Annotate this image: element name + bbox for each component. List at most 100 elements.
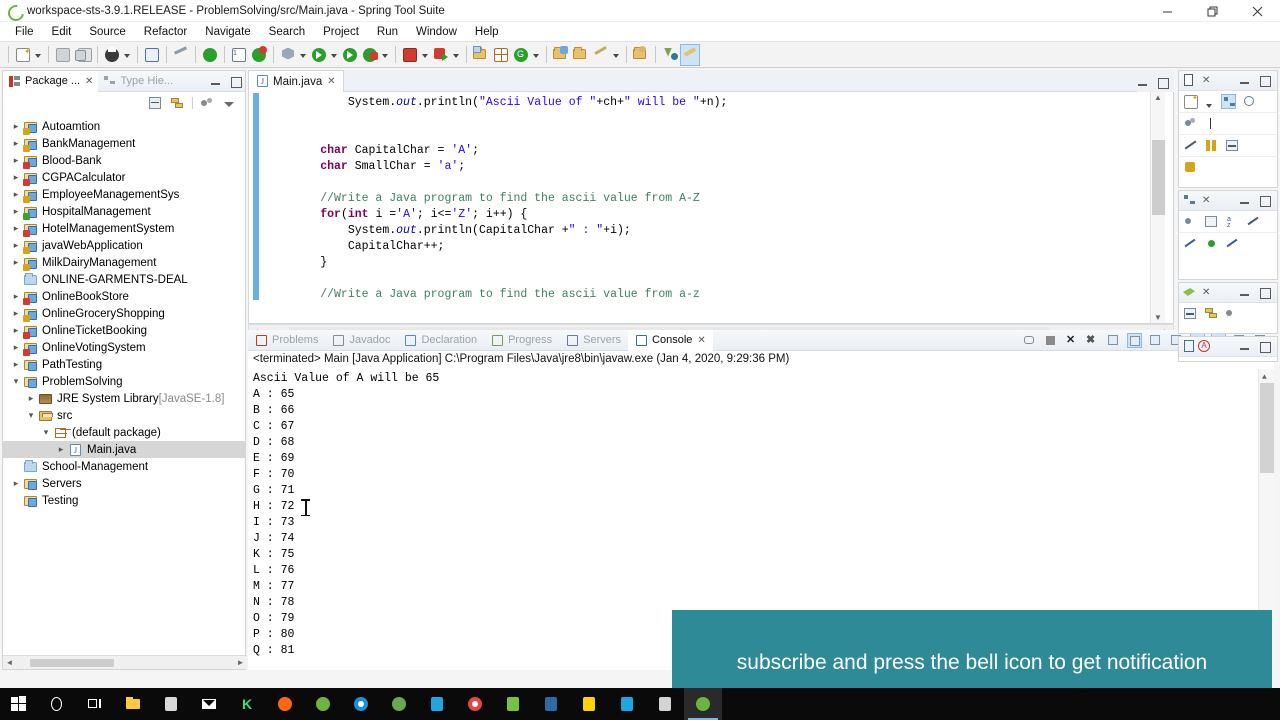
- minimize-icon[interactable]: [1239, 195, 1250, 206]
- tree-item[interactable]: ▸ JRE System Library [JavaSE-1.8]: [3, 390, 245, 407]
- collapse-icon[interactable]: [1183, 306, 1198, 321]
- tree-item[interactable]: ▸ BankManagement: [3, 135, 245, 152]
- collapse-arrow-icon[interactable]: ▾: [39, 427, 53, 438]
- spring-tool-suite-icon[interactable]: [304, 688, 342, 720]
- minimize-icon[interactable]: [1137, 77, 1148, 88]
- menu-window[interactable]: Window: [407, 24, 466, 40]
- expand-arrow-icon[interactable]: ▸: [9, 240, 23, 251]
- maximize-icon[interactable]: [1259, 341, 1271, 353]
- scroll-thumb[interactable]: [1152, 140, 1165, 215]
- edge-icon[interactable]: [342, 688, 380, 720]
- netbeans-icon[interactable]: [532, 688, 570, 720]
- close-tab-icon[interactable]: ✕: [327, 76, 335, 87]
- public-member-icon[interactable]: [1204, 236, 1219, 251]
- close-icon[interactable]: ✕: [697, 335, 705, 346]
- scroll-up-icon[interactable]: ▲: [1154, 93, 1162, 102]
- skype-business-icon[interactable]: [608, 688, 646, 720]
- text-caret-icon[interactable]: [1204, 116, 1219, 131]
- collapse-icon[interactable]: [1225, 138, 1240, 153]
- close-icon[interactable]: [1235, 0, 1280, 22]
- expand-arrow-icon[interactable]: ▸: [9, 223, 23, 234]
- remove-all-terminated-icon[interactable]: ✖: [1085, 333, 1100, 348]
- expand-arrow-icon[interactable]: ▸: [9, 359, 23, 370]
- field-icon[interactable]: [1183, 116, 1198, 131]
- stop-icon[interactable]: [400, 44, 420, 66]
- scroll-down-icon[interactable]: ▼: [1154, 313, 1162, 322]
- expand-arrow-icon[interactable]: ▸: [9, 138, 23, 149]
- run-icon[interactable]: [309, 44, 329, 66]
- tree-item[interactable]: ▸ CGPACalculator: [3, 169, 245, 186]
- tree-item[interactable]: ▸ J Main.java: [3, 441, 245, 458]
- view-dropdown-icon[interactable]: [222, 96, 237, 111]
- hide-static-members-icon[interactable]: [1183, 236, 1198, 251]
- package-explorer-hscrollbar[interactable]: ◄ ►: [3, 655, 247, 669]
- close-icon[interactable]: ✕: [1202, 75, 1210, 86]
- restore-icon[interactable]: [1190, 0, 1235, 22]
- tree-item[interactable]: ONLINE-GARMENTS-DEAL: [3, 271, 245, 288]
- field-icon[interactable]: [1183, 214, 1198, 229]
- new-java-project-icon[interactable]: [471, 44, 491, 66]
- expand-arrow-icon[interactable]: ▸: [9, 189, 23, 200]
- view-menu-icon[interactable]: [200, 96, 215, 111]
- collapse-arrow-icon[interactable]: ▾: [24, 410, 38, 421]
- highlight-icon[interactable]: [680, 43, 700, 66]
- tree-item[interactable]: ▾ src: [3, 407, 245, 424]
- remove-launch-icon[interactable]: ✕: [1064, 333, 1079, 348]
- run-configurations-icon[interactable]: [431, 44, 451, 66]
- tree-item[interactable]: ▾ ProblemSolving: [3, 373, 245, 390]
- minimize-icon[interactable]: [1239, 341, 1250, 352]
- open-task-icon[interactable]: [571, 44, 591, 66]
- skype-icon[interactable]: [418, 688, 456, 720]
- scroll-left-icon[interactable]: ◄: [3, 658, 16, 667]
- view-menu-icon[interactable]: [1225, 306, 1240, 321]
- menu-help[interactable]: Help: [466, 24, 508, 40]
- close-icon[interactable]: ✕: [1202, 287, 1210, 298]
- hide-static-icon[interactable]: [1183, 138, 1198, 153]
- expand-arrow-icon[interactable]: ▸: [9, 342, 23, 353]
- console-tab-javadoc[interactable]: Javadoc: [325, 330, 397, 351]
- tab-main-java[interactable]: J Main.java ✕: [248, 70, 344, 92]
- expand-arrow-icon[interactable]: ▸: [9, 257, 23, 268]
- console-tab-problems[interactable]: Problems: [248, 330, 325, 351]
- minimize-icon[interactable]: [1239, 287, 1250, 298]
- print-icon[interactable]: [102, 44, 122, 66]
- run-external-tools-icon[interactable]: [360, 44, 380, 66]
- console-tab-console[interactable]: Console ✕: [628, 329, 713, 351]
- tree-item[interactable]: ▸ OnlineBookStore: [3, 288, 245, 305]
- file-explorer-icon[interactable]: [114, 688, 152, 720]
- menu-file[interactable]: File: [6, 24, 43, 40]
- tree-item[interactable]: ▸ OnlineGroceryShopping: [3, 305, 245, 322]
- tree-item[interactable]: ▸ Servers: [3, 475, 245, 492]
- chrome-icon[interactable]: [456, 688, 494, 720]
- menu-project[interactable]: Project: [314, 24, 368, 40]
- maximize-icon[interactable]: [230, 76, 242, 88]
- git-dropdown-arrow[interactable]: [531, 44, 542, 66]
- new-wizard-dropdown-arrow[interactable]: [33, 44, 44, 66]
- scroll-track[interactable]: [16, 658, 234, 668]
- collapse-all-icon[interactable]: [1204, 214, 1219, 229]
- collapse-all-icon[interactable]: [148, 96, 163, 111]
- git-icon[interactable]: G: [511, 44, 531, 66]
- new-element-icon[interactable]: ✦: [1183, 94, 1198, 109]
- expand-arrow-icon[interactable]: ▸: [9, 478, 23, 489]
- tree-item[interactable]: School-Management: [3, 458, 245, 475]
- console-tab-progress[interactable]: Progress: [484, 330, 559, 351]
- scroll-right-icon[interactable]: ►: [234, 658, 247, 667]
- expand-arrow-icon[interactable]: ▸: [9, 206, 23, 217]
- hide-nonpublic-icon[interactable]: [1204, 138, 1219, 153]
- close-icon[interactable]: ✕: [85, 76, 93, 87]
- open-console-icon[interactable]: [142, 44, 162, 66]
- debug-dropdown-arrow[interactable]: [298, 44, 309, 66]
- new-package-icon[interactable]: [491, 44, 511, 66]
- expand-arrow-icon[interactable]: ▸: [9, 121, 23, 132]
- tree-item[interactable]: ▸ HospitalManagement: [3, 203, 245, 220]
- collapse-arrow-icon[interactable]: ▾: [9, 376, 23, 387]
- menu-source[interactable]: Source: [80, 24, 134, 40]
- minimize-icon[interactable]: [1145, 0, 1190, 22]
- alert-icon[interactable]: A: [1197, 339, 1212, 354]
- menu-search[interactable]: Search: [260, 24, 314, 40]
- expand-arrow-icon[interactable]: ▸: [54, 444, 68, 455]
- new-wizard-icon[interactable]: ✦: [13, 44, 33, 66]
- kite-icon[interactable]: K: [228, 688, 266, 720]
- mail-icon[interactable]: [190, 688, 228, 720]
